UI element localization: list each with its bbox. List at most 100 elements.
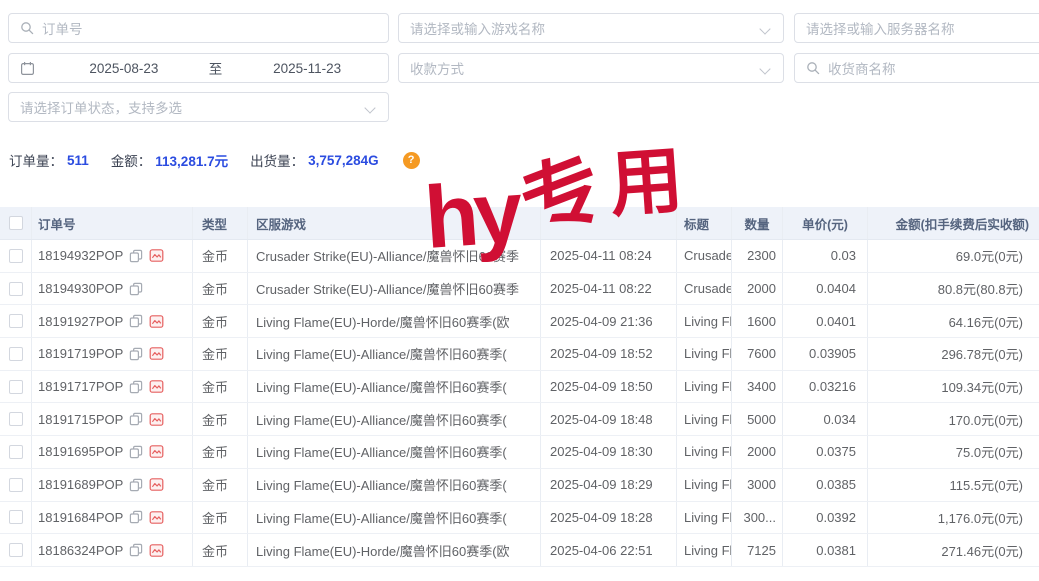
- table-row: 18191695POP 金币 Living Flame(EU)-Alliance…: [0, 436, 1039, 469]
- receiver-name-placeholder: 收货商名称: [828, 58, 896, 78]
- row-checkbox[interactable]: [9, 543, 23, 557]
- copy-icon[interactable]: [129, 314, 143, 328]
- table-header-row: 订单号 类型 区服游戏 标题 数量 单价(元) 金额(扣手续费后实收额): [0, 207, 1039, 240]
- row-checkbox[interactable]: [9, 282, 23, 296]
- order-amount: 296.78元(0元): [868, 338, 1039, 370]
- table-row: 18191717POP 金币 Living Flame(EU)-Alliance…: [0, 371, 1039, 404]
- order-game: Living Flame(EU)-Alliance/魔兽怀旧60赛季(: [248, 469, 541, 501]
- row-checkbox[interactable]: [9, 249, 23, 263]
- order-status-placeholder: 请选择订单状态，支持多选: [20, 97, 182, 117]
- table-row: 18186324POP 金币 Living Flame(EU)-Horde/魔兽…: [0, 534, 1039, 567]
- copy-icon[interactable]: [129, 347, 143, 361]
- order-amount: 80.8元(80.8元): [868, 273, 1039, 305]
- image-icon[interactable]: [149, 412, 164, 427]
- order-time: 2025-04-11 08:24: [541, 240, 677, 272]
- date-end-value[interactable]: 2025-11-23: [226, 61, 388, 76]
- order-type: 金币: [193, 403, 248, 435]
- order-qty: 5000: [732, 403, 783, 435]
- order-type: 金币: [193, 338, 248, 370]
- header-type: 类型: [193, 207, 248, 239]
- header-order-no: 订单号: [32, 207, 193, 239]
- order-number: 18191689POP: [38, 477, 123, 492]
- image-icon[interactable]: [149, 510, 164, 525]
- table-row: 18191927POP 金币 Living Flame(EU)-Horde/魔兽…: [0, 305, 1039, 338]
- table-row: 18191689POP 金币 Living Flame(EU)-Alliance…: [0, 469, 1039, 502]
- row-checkbox[interactable]: [9, 478, 23, 492]
- order-number: 18191684POP: [38, 510, 123, 525]
- chevron-down-icon: [364, 102, 375, 113]
- order-title: Living Fl: [677, 502, 732, 534]
- order-number-input[interactable]: 订单号: [8, 13, 389, 43]
- row-checkbox[interactable]: [9, 510, 23, 524]
- table-body: 18194932POP 金币 Crusader Strike(EU)-Allia…: [0, 240, 1039, 567]
- order-price: 0.0404: [783, 273, 868, 305]
- row-checkbox[interactable]: [9, 412, 23, 426]
- copy-icon[interactable]: [129, 380, 143, 394]
- date-range-picker[interactable]: 2025-08-23 至 2025-11-23: [8, 53, 389, 83]
- game-name-select[interactable]: 请选择或输入游戏名称: [398, 13, 784, 43]
- order-amount: 75.0元(0元): [868, 436, 1039, 468]
- stat-amount: 金额： 113,281.7元: [111, 150, 228, 170]
- table-row: 18194932POP 金币 Crusader Strike(EU)-Allia…: [0, 240, 1039, 273]
- row-checkbox[interactable]: [9, 314, 23, 328]
- copy-icon[interactable]: [129, 478, 143, 492]
- stat-shipment-value: 3,757,284G: [308, 153, 379, 168]
- help-question-icon[interactable]: ?: [403, 152, 420, 169]
- order-amount: 115.5元(0元): [868, 469, 1039, 501]
- order-time: 2025-04-09 18:30: [541, 436, 677, 468]
- order-game: Crusader Strike(EU)-Alliance/魔兽怀旧60赛季: [248, 273, 541, 305]
- order-qty: 3400: [732, 371, 783, 403]
- stat-shipment-label: 出货量：: [250, 150, 304, 170]
- image-icon[interactable]: [149, 248, 164, 263]
- copy-icon[interactable]: [129, 445, 143, 459]
- receiver-name-input[interactable]: 收货商名称: [794, 53, 1039, 83]
- table-row: 18191715POP 金币 Living Flame(EU)-Alliance…: [0, 403, 1039, 436]
- stat-amount-value: 113,281.7元: [155, 150, 228, 170]
- order-title: Crusade: [677, 240, 732, 272]
- order-qty: 1600: [732, 305, 783, 337]
- image-icon[interactable]: [149, 444, 164, 459]
- image-icon[interactable]: [149, 543, 164, 558]
- order-game: Living Flame(EU)-Horde/魔兽怀旧60赛季(欧: [248, 305, 541, 337]
- game-name-placeholder: 请选择或输入游戏名称: [410, 18, 545, 38]
- row-checkbox[interactable]: [9, 445, 23, 459]
- copy-icon[interactable]: [129, 249, 143, 263]
- image-icon[interactable]: [149, 379, 164, 394]
- copy-icon[interactable]: [129, 412, 143, 426]
- order-game: Crusader Strike(EU)-Alliance/魔兽怀旧60赛季: [248, 240, 541, 272]
- order-title: Living Fl: [677, 338, 732, 370]
- chevron-down-icon: [759, 23, 770, 34]
- order-game: Living Flame(EU)-Alliance/魔兽怀旧60赛季(: [248, 403, 541, 435]
- table-row: 18191719POP 金币 Living Flame(EU)-Alliance…: [0, 338, 1039, 371]
- date-start-value[interactable]: 2025-08-23: [43, 61, 205, 76]
- image-icon[interactable]: [149, 346, 164, 361]
- select-all-checkbox[interactable]: [9, 216, 23, 230]
- order-game: Living Flame(EU)-Horde/魔兽怀旧60赛季(欧: [248, 534, 541, 566]
- row-checkbox[interactable]: [9, 347, 23, 361]
- order-amount: 271.46元(0元): [868, 534, 1039, 566]
- order-number: 18191715POP: [38, 412, 123, 427]
- order-title: Crusade: [677, 273, 732, 305]
- order-price: 0.03: [783, 240, 868, 272]
- order-qty: 7600: [732, 338, 783, 370]
- order-status-select[interactable]: 请选择订单状态，支持多选: [8, 92, 389, 122]
- order-number-placeholder: 订单号: [42, 18, 83, 38]
- order-number: 18191719POP: [38, 346, 123, 361]
- order-qty: 2000: [732, 436, 783, 468]
- row-checkbox[interactable]: [9, 380, 23, 394]
- order-game: Living Flame(EU)-Alliance/魔兽怀旧60赛季(: [248, 371, 541, 403]
- order-amount: 109.34元(0元): [868, 371, 1039, 403]
- search-icon: [806, 61, 820, 75]
- copy-icon[interactable]: [129, 282, 143, 296]
- date-range-separator: 至: [205, 58, 227, 78]
- order-type: 金币: [193, 469, 248, 501]
- order-title: Living Fl: [677, 403, 732, 435]
- copy-icon[interactable]: [129, 510, 143, 524]
- server-name-select[interactable]: 请选择或输入服务器名称: [794, 13, 1039, 43]
- stat-shipment: 出货量： 3,757,284G: [250, 150, 379, 170]
- order-number: 18191927POP: [38, 314, 123, 329]
- copy-icon[interactable]: [129, 543, 143, 557]
- image-icon[interactable]: [149, 314, 164, 329]
- image-icon[interactable]: [149, 477, 164, 492]
- payment-method-select[interactable]: 收款方式: [398, 53, 784, 83]
